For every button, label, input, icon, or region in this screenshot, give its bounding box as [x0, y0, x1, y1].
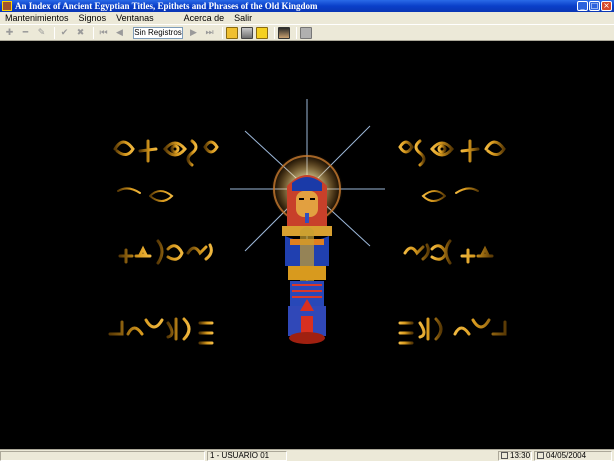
toolbar-separator — [274, 26, 275, 39]
maximize-button[interactable]: □ — [589, 1, 600, 11]
sign-search-icon[interactable] — [256, 26, 268, 39]
toolbar-separator — [222, 26, 223, 39]
menu-ventanas[interactable]: Ventanas — [111, 13, 159, 23]
add-icon[interactable]: ✚ — [3, 26, 16, 39]
prev-record-icon[interactable]: ◀ — [113, 26, 126, 39]
status-empty-panel — [0, 450, 205, 461]
toolbar-separator — [296, 26, 297, 39]
left-hieroglyph-panel — [108, 139, 219, 345]
exit-icon[interactable] — [300, 26, 312, 39]
sign-icon[interactable] — [226, 26, 238, 39]
menu-bar: Mantenimientos Signos Ventanas Acerca de… — [0, 12, 614, 24]
title-bar[interactable]: An Index of Ancient Egyptian Titles, Epi… — [0, 0, 614, 12]
status-date-panel: 04/05/2004 — [534, 450, 612, 461]
status-bar: 1 - USUARIO 01 13:30 04/05/2004 — [0, 449, 614, 461]
edit-icon[interactable]: ✎ — [35, 26, 48, 39]
app-icon — [2, 1, 12, 11]
first-record-icon[interactable]: ⏮ — [97, 26, 110, 39]
splash-artwork — [0, 41, 614, 449]
window-title: An Index of Ancient Egyptian Titles, Epi… — [15, 1, 318, 11]
record-position-field[interactable]: Sin Registros — [133, 26, 183, 39]
toolbar: ✚ ━ ✎ ✔ ✖ ⏮ ◀ Sin Registros ▶ ⏭ — [0, 24, 614, 41]
right-hieroglyph-panel — [398, 139, 507, 345]
menu-acerca-de[interactable]: Acerca de — [179, 13, 230, 23]
status-date: 04/05/2004 — [546, 450, 587, 460]
status-time-panel: 13:30 — [498, 450, 532, 461]
status-user: 1 - USUARIO 01 — [207, 450, 287, 461]
toolbar-separator — [54, 26, 55, 39]
pharaoh-icon[interactable] — [278, 26, 290, 39]
pharaoh-figure — [282, 175, 332, 344]
menu-salir[interactable]: Salir — [229, 13, 257, 23]
clock-icon — [501, 451, 508, 459]
last-record-icon[interactable]: ⏭ — [203, 26, 216, 39]
minimize-button[interactable]: _ — [577, 1, 588, 11]
close-button[interactable]: × — [601, 1, 612, 11]
confirm-icon[interactable]: ✔ — [58, 26, 71, 39]
sign-list-icon[interactable] — [241, 26, 253, 39]
toolbar-separator — [93, 26, 94, 39]
menu-signos[interactable]: Signos — [74, 13, 112, 23]
remove-icon[interactable]: ━ — [19, 26, 32, 39]
egyptian-artwork — [108, 99, 507, 345]
cancel-icon[interactable]: ✖ — [74, 26, 87, 39]
status-time: 13:30 — [510, 450, 531, 460]
next-record-icon[interactable]: ▶ — [187, 26, 200, 39]
menu-mantenimientos[interactable]: Mantenimientos — [0, 13, 74, 23]
calendar-icon — [537, 451, 544, 459]
